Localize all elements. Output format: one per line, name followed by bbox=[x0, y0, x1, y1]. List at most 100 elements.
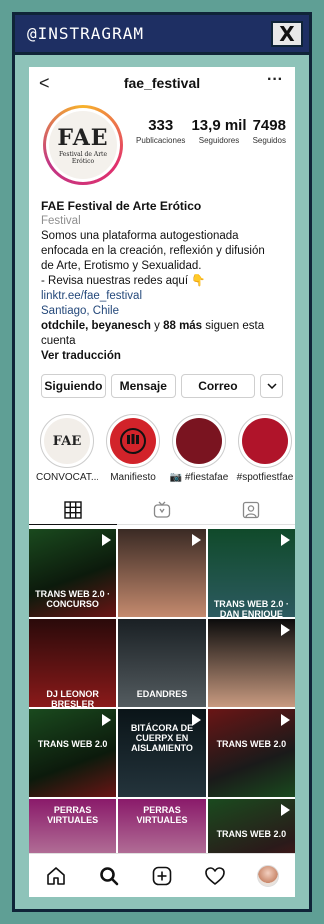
post-thumbnail[interactable] bbox=[118, 529, 206, 617]
post-thumbnail[interactable]: TRANS WEB 2.0 bbox=[29, 709, 117, 797]
avatar[interactable]: FAE Festival de Arte Erótico bbox=[43, 105, 123, 185]
post-caption-text: TRANS WEB 2.0 · CONCURSO bbox=[35, 589, 111, 609]
highlight-label: 📷 #fiestafae bbox=[169, 472, 229, 483]
video-play-icon bbox=[191, 714, 201, 726]
fae-logo: FAE Festival de Arte Erótico bbox=[49, 111, 117, 179]
stat-label: Publicaciones bbox=[136, 136, 186, 145]
profile-display-name: FAE Festival de Arte Erótico bbox=[41, 199, 202, 213]
bio-line: enfocada en la creación, reflexión y dif… bbox=[41, 245, 265, 257]
stat-posts[interactable]: 333 Publicaciones bbox=[136, 117, 185, 145]
bio-line: de Arte, Erotismo y Sexualidad. bbox=[41, 260, 202, 272]
see-translation-link[interactable]: Ver traducción bbox=[41, 349, 283, 364]
post-thumbnail[interactable] bbox=[207, 619, 295, 707]
profile-username: fae_festival bbox=[123, 75, 201, 91]
highlight-item[interactable]: Manifiesto bbox=[105, 414, 161, 483]
chevron-down-icon bbox=[266, 383, 277, 389]
email-button[interactable]: Correo bbox=[180, 374, 256, 398]
stat-following[interactable]: 7498 Seguidos bbox=[253, 117, 286, 145]
nav-profile[interactable] bbox=[250, 858, 286, 894]
profile-bio: FAE Festival de Arte Erótico Festival So… bbox=[29, 199, 295, 364]
video-play-icon bbox=[102, 534, 112, 546]
post-caption-text: DJ LEONOR BRESLER bbox=[46, 689, 99, 707]
followed-by-names: otdchile, beyanesch bbox=[41, 320, 151, 332]
highlight-cover bbox=[176, 418, 222, 464]
window-frame: @INSTRAGRAM X < fae_festival ··· FAE Fes… bbox=[12, 12, 312, 912]
message-button[interactable]: Mensaje bbox=[110, 374, 176, 398]
fist-icon bbox=[110, 418, 156, 464]
nav-new-post[interactable] bbox=[144, 858, 180, 894]
stat-label: Seguidores bbox=[198, 136, 240, 145]
profile-avatar-icon bbox=[257, 864, 280, 887]
stat-value: 13,9 mil bbox=[191, 117, 247, 134]
post-caption-text: TRANS WEB 2.0 bbox=[216, 829, 287, 839]
followed-by[interactable]: otdchile, beyanesch y 88 más siguen esta bbox=[41, 319, 283, 334]
nav-activity[interactable] bbox=[197, 858, 233, 894]
search-icon bbox=[99, 866, 119, 885]
bio-location[interactable]: Santiago, Chile bbox=[41, 304, 283, 319]
top-nav: < fae_festival ··· bbox=[29, 67, 295, 99]
highlight-label: Manifiesto bbox=[110, 472, 156, 483]
posts-grid: TRANS WEB 2.0 · CONCURSO TRANS WEB 2.0 · … bbox=[29, 525, 295, 887]
post-caption-text: PERRAS VIRTUALES bbox=[136, 805, 188, 825]
followed-by-text: siguen esta bbox=[202, 320, 265, 332]
heart-icon bbox=[205, 866, 225, 885]
highlight-item[interactable]: 📷 #fiestafae bbox=[169, 414, 229, 483]
grid-icon bbox=[64, 500, 83, 519]
stat-value: 333 bbox=[148, 117, 174, 134]
profile-actions: Siguiendo Mensaje Correo bbox=[29, 364, 295, 398]
highlight-item[interactable]: FAE CONVOCAT... bbox=[36, 414, 98, 483]
profile-category: Festival bbox=[41, 215, 81, 227]
more-options-icon[interactable]: ··· bbox=[267, 71, 283, 89]
stat-value: 7498 bbox=[252, 117, 286, 134]
highlight-cover: FAE bbox=[44, 418, 90, 464]
video-play-icon bbox=[191, 534, 201, 546]
add-post-icon bbox=[152, 866, 172, 885]
post-thumbnail[interactable]: BITÁCORA DE CUERPX EN AISLAMIENTO bbox=[118, 709, 206, 797]
highlight-label: #spotfiestfae bbox=[236, 472, 294, 483]
suggestions-dropdown-button[interactable] bbox=[260, 374, 283, 398]
post-caption-text: BITÁCORA DE CUERPX EN AISLAMIENTO bbox=[130, 723, 194, 753]
profile-header: FAE Festival de Arte Erótico 333 Publica… bbox=[29, 99, 295, 199]
bio-line: Somos una plataforma autogestionada bbox=[41, 230, 239, 242]
post-caption-text: EDANDRES bbox=[136, 689, 188, 699]
post-thumbnail[interactable]: TRANS WEB 2.0 bbox=[207, 709, 295, 797]
window-titlebar: @INSTRAGRAM X bbox=[15, 15, 309, 55]
tab-tagged[interactable] bbox=[207, 495, 295, 524]
video-play-icon bbox=[281, 804, 290, 816]
nav-search[interactable] bbox=[91, 858, 127, 894]
profile-tabs bbox=[29, 495, 295, 525]
stat-followers[interactable]: 13,9 mil Seguidores bbox=[191, 117, 246, 145]
post-thumbnail[interactable]: DJ LEONOR BRESLER bbox=[29, 619, 117, 707]
tagged-icon bbox=[242, 501, 259, 518]
bio-link[interactable]: linktr.ee/fae_festival bbox=[41, 289, 283, 304]
logo-text: FAE bbox=[57, 125, 109, 151]
following-button[interactable]: Siguiendo bbox=[41, 374, 106, 398]
instagram-profile-screen: < fae_festival ··· FAE Festival de Arte … bbox=[29, 67, 295, 897]
close-button[interactable]: X bbox=[271, 21, 303, 47]
highlight-cover bbox=[242, 418, 288, 464]
window-title: @INSTRAGRAM bbox=[27, 24, 144, 43]
stat-label: Seguidos bbox=[252, 136, 286, 145]
video-play-icon bbox=[281, 714, 290, 726]
home-icon bbox=[46, 866, 65, 885]
post-caption-text: PERRAS VIRTUALES bbox=[47, 805, 99, 825]
highlight-item[interactable]: #spotfiestfae bbox=[237, 414, 293, 483]
post-thumbnail[interactable]: TRANS WEB 2.0 · CONCURSO bbox=[29, 529, 117, 617]
followed-by-count: 88 más bbox=[163, 320, 203, 332]
profile-stats: 333 Publicaciones 13,9 mil Seguidores 74… bbox=[133, 117, 289, 145]
post-thumbnail[interactable]: TRANS WEB 2.0 · DAN ENRIQUE bbox=[207, 529, 295, 617]
post-thumbnail[interactable]: EDANDRES bbox=[118, 619, 206, 707]
tab-posts-grid[interactable] bbox=[29, 495, 118, 525]
followed-by-tail: cuenta bbox=[41, 335, 76, 347]
story-highlights: FAE CONVOCAT... Manifiesto 📷 #fiestafae … bbox=[29, 398, 295, 483]
post-caption-text: TRANS WEB 2.0 · DAN ENRIQUE bbox=[213, 599, 289, 617]
video-play-icon bbox=[102, 714, 112, 726]
nav-home[interactable] bbox=[38, 858, 74, 894]
video-play-icon bbox=[281, 624, 290, 636]
bio-line: - Revisa nuestras redes aquí 👇 bbox=[41, 275, 206, 287]
igtv-icon bbox=[153, 501, 171, 518]
bottom-nav bbox=[29, 853, 295, 897]
post-caption-text: TRANS WEB 2.0 bbox=[37, 739, 108, 749]
logo-subtitle: Festival de Arte Erótico bbox=[58, 151, 108, 165]
tab-igtv[interactable] bbox=[118, 495, 206, 524]
